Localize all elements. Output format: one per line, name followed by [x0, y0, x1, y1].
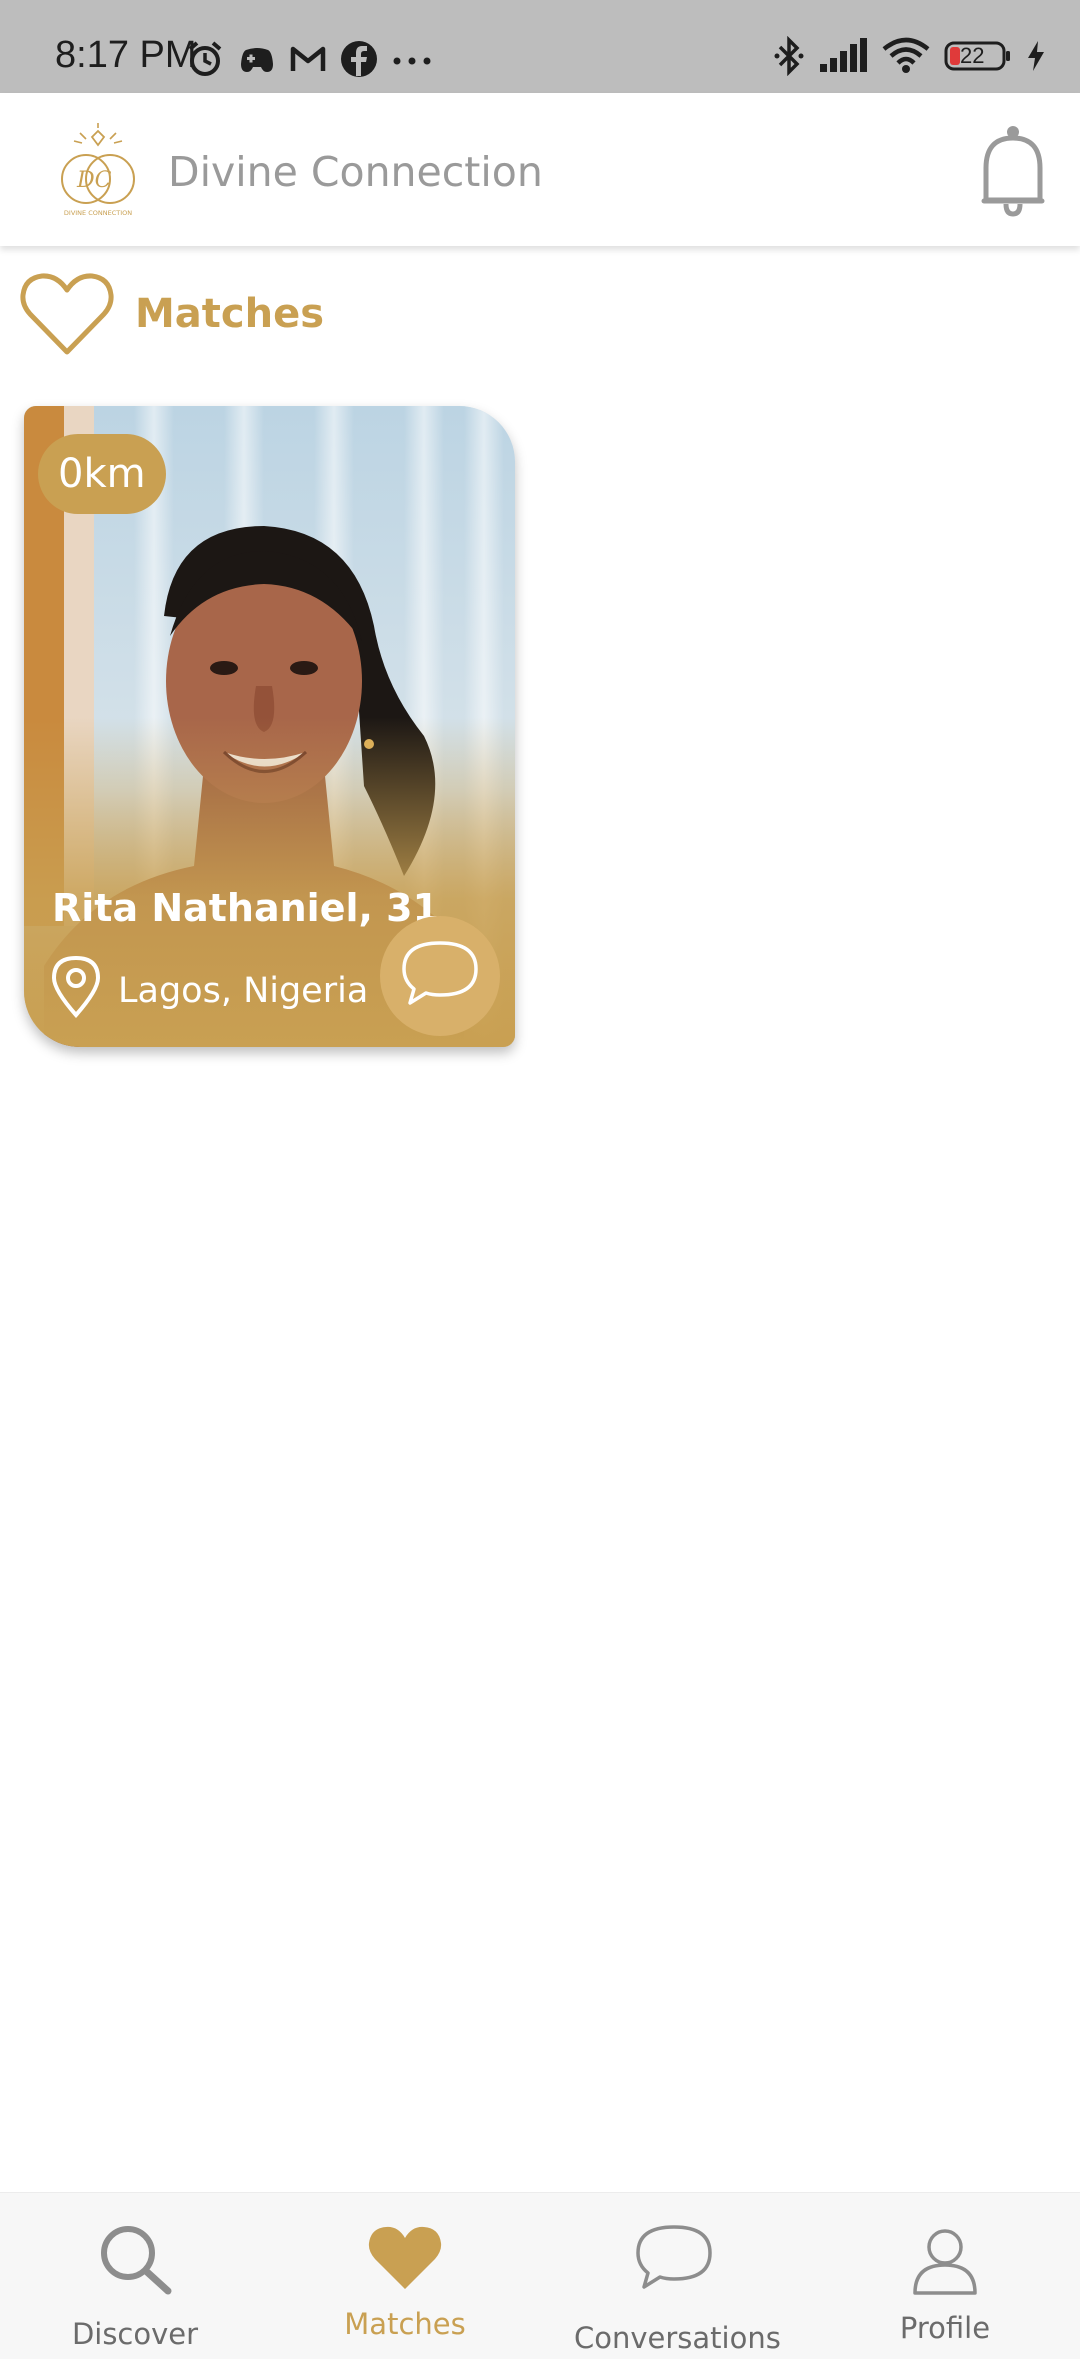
chat-bubble-icon	[634, 2223, 714, 2298]
battery-level: 22	[960, 43, 985, 68]
bluetooth-icon	[774, 35, 804, 81]
section-title: Matches	[135, 291, 325, 337]
location-pin-icon	[48, 954, 104, 1027]
facebook-icon	[340, 40, 378, 83]
wifi-icon	[882, 37, 930, 80]
heart-icon	[368, 2225, 442, 2296]
nav-label-profile: Profile	[899, 2311, 991, 2345]
nav-conversations[interactable]: Conversations	[574, 2193, 781, 2359]
match-card[interactable]: 0km Rita Nathaniel, 31 Lagos, Nigeria	[24, 406, 515, 1047]
logo-initials: DC	[76, 168, 112, 193]
location-text: Lagos, Nigeria	[118, 970, 369, 1011]
nav-discover[interactable]: Discover	[60, 2193, 210, 2359]
alarm-icon	[186, 40, 224, 83]
logo-text: DIVINE CONNECTION	[64, 209, 132, 217]
nav-matches[interactable]: Matches	[330, 2193, 480, 2359]
nav-profile[interactable]: Profile	[870, 2193, 1020, 2359]
status-icons-right: 22	[774, 35, 1046, 81]
app-title: Divine Connection	[168, 148, 543, 196]
nav-label-matches: Matches	[344, 2307, 466, 2341]
status-bar: 8:17 PM 22	[0, 0, 1080, 93]
match-location: Lagos, Nigeria	[48, 954, 368, 1027]
status-time: 8:17 PM	[55, 34, 197, 76]
distance-badge: 0km	[38, 434, 166, 514]
app-header: DC DIVINE CONNECTION Divine Connection	[0, 93, 1080, 246]
status-icons-left	[186, 40, 432, 83]
bottom-nav: Discover Matches Conversations Profile	[0, 2192, 1080, 2359]
chat-button[interactable]	[380, 916, 500, 1036]
person-icon	[909, 2227, 981, 2302]
heart-outline-icon	[20, 272, 114, 358]
more-icon	[392, 53, 432, 71]
signal-icon	[818, 38, 868, 79]
chat-bubble-icon	[400, 939, 480, 1014]
match-name-age: Rita Nathaniel, 31	[52, 886, 440, 930]
charging-icon	[1026, 40, 1046, 77]
game-controller-icon	[238, 42, 276, 81]
bell-icon[interactable]	[978, 124, 1048, 218]
nav-label-conversations: Conversations	[574, 2321, 781, 2355]
battery-icon: 22	[944, 40, 1012, 77]
nav-label-discover: Discover	[71, 2317, 199, 2351]
gmail-icon	[290, 44, 326, 79]
app-logo: DC DIVINE CONNECTION	[50, 123, 146, 219]
search-icon	[98, 2223, 172, 2300]
